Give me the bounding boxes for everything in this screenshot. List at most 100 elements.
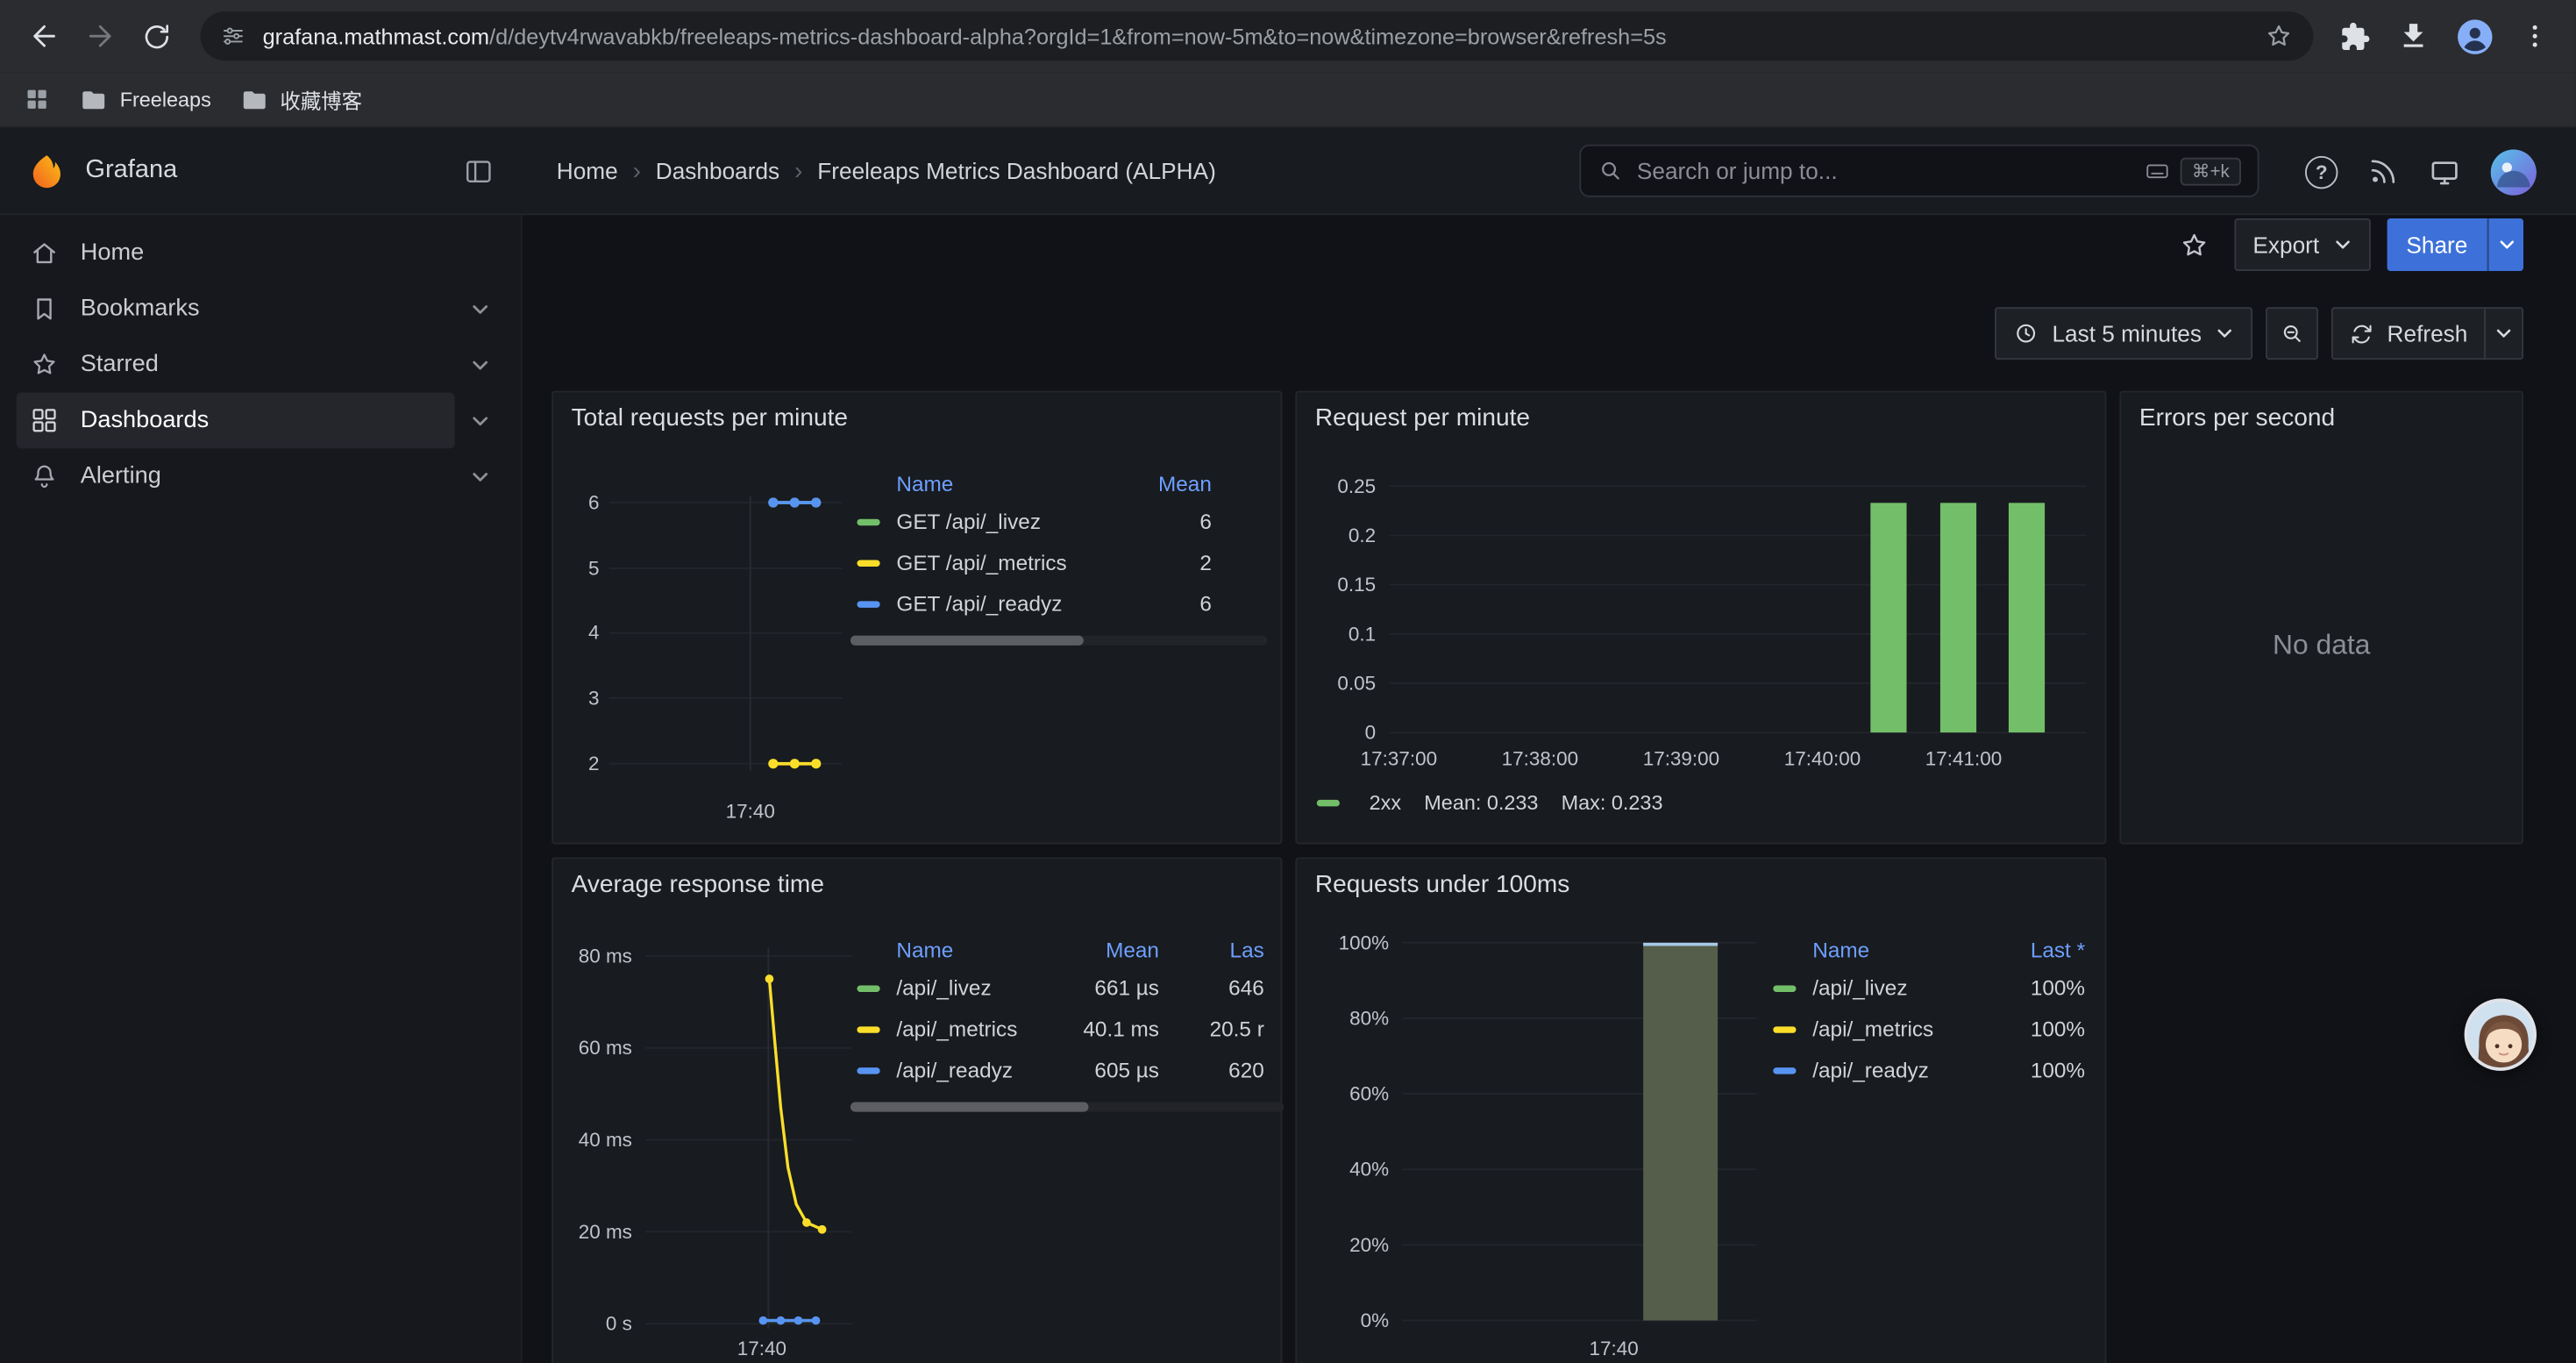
sidebar-toggle-icon[interactable]: [453, 146, 502, 196]
bell-icon: [30, 461, 60, 491]
user-avatar[interactable]: [2491, 148, 2537, 194]
extensions-icon[interactable]: [2339, 20, 2371, 52]
legend-row[interactable]: GET /api/_readyz 6: [850, 583, 1268, 624]
breadcrumb-dashboards[interactable]: Dashboards: [656, 158, 779, 184]
series-color-chip: [857, 1067, 879, 1073]
y-axis-tick: 5: [557, 557, 600, 580]
chevron-down-icon[interactable]: [455, 340, 504, 389]
x-axis-tick: 17:41:00: [1911, 747, 2017, 770]
x-axis-tick: 17:40:00: [1770, 747, 1875, 770]
url-bar[interactable]: grafana.mathmast.com/d/deytv4rwavabkb/fr…: [200, 11, 2313, 61]
back-button[interactable]: [17, 8, 73, 64]
breadcrumb-home[interactable]: Home: [557, 158, 618, 184]
back-icon: [28, 19, 60, 52]
legend-row[interactable]: /api/_readyz 100%: [1767, 1050, 2085, 1091]
legend-row[interactable]: 2xx: [1317, 792, 1401, 815]
legend-row[interactable]: /api/_readyz 605 µs 620: [850, 1050, 1284, 1091]
refresh-interval-caret[interactable]: [2484, 307, 2523, 360]
help-icon[interactable]: ?: [2305, 155, 2338, 188]
apps-grid-icon[interactable]: [23, 85, 51, 113]
series-color-chip: [857, 600, 879, 606]
legend-header-name[interactable]: Name: [896, 470, 1120, 495]
legend-header-mean[interactable]: Mean: [1067, 937, 1159, 961]
scrollbar-thumb[interactable]: [850, 1102, 1089, 1111]
legend-row[interactable]: GET /api/_livez 6: [850, 501, 1268, 542]
shortcut-chip: ⌘+k: [2181, 157, 2241, 185]
forward-button[interactable]: [72, 8, 128, 64]
legend-row[interactable]: GET /api/_metrics 2: [850, 542, 1268, 583]
search-input[interactable]: Search or jump to... ⌘+k: [1579, 145, 2259, 197]
search-icon: [1598, 158, 1624, 184]
grafana-header: Grafana Home › Dashboards › Freeleaps Me…: [0, 128, 2576, 215]
downloads-icon[interactable]: [2397, 19, 2430, 52]
rss-news-icon[interactable]: [2367, 156, 2399, 188]
reload-icon: [140, 20, 172, 52]
legend-header-last[interactable]: Last *: [1980, 937, 2085, 961]
browser-actions: [2330, 18, 2559, 55]
legend-row[interactable]: /api/_livez 661 µs 646: [850, 967, 1284, 1009]
time-range-picker[interactable]: Last 5 minutes: [1995, 307, 2252, 360]
time-toolbar: Last 5 minutes Refresh: [1995, 307, 2523, 360]
browser-menu-icon[interactable]: [2520, 21, 2550, 51]
legend-scrollbar[interactable]: [850, 1102, 1284, 1111]
sidebar-link-starred[interactable]: Starred: [17, 337, 455, 393]
legend-header-mean[interactable]: Mean: [1120, 470, 1212, 495]
bookmark-item-blogs[interactable]: 收藏博客: [240, 83, 362, 115]
y-axis-tick: 80 ms: [557, 945, 632, 967]
profile-avatar-icon[interactable]: [2456, 18, 2494, 55]
bookmark-item-freeleaps[interactable]: Freeleaps: [81, 86, 211, 112]
url-text: grafana.mathmast.com/d/deytv4rwavabkb/fr…: [263, 24, 2248, 48]
kiosk-monitor-icon[interactable]: [2428, 155, 2460, 188]
legend-mean: Mean: 0.233: [1424, 792, 1538, 815]
y-axis-tick: 100%: [1310, 931, 1389, 954]
grafana-logo[interactable]: [26, 150, 68, 191]
chevron-down-icon[interactable]: [455, 452, 504, 501]
search-placeholder: Search or jump to...: [1637, 158, 2131, 184]
folder-icon: [240, 86, 267, 112]
chevron-down-icon: [2494, 324, 2513, 343]
scrollbar-thumb[interactable]: [850, 636, 1084, 646]
panel-title[interactable]: Average response time: [572, 870, 824, 898]
panel-request-per-minute: Request per minute 0.25 0.2 0.15 0.1 0.0…: [1295, 391, 2106, 845]
share-caret-button[interactable]: [2487, 218, 2523, 271]
chevron-down-icon: [2215, 324, 2234, 343]
bookmark-star-icon[interactable]: [2264, 21, 2294, 51]
site-info-icon[interactable]: [220, 23, 246, 49]
y-axis-tick: 0.1: [1307, 623, 1377, 646]
export-button[interactable]: Export: [2235, 218, 2370, 271]
legend-row[interactable]: /api/_metrics 40.1 ms 20.5 r: [850, 1009, 1284, 1050]
legend-header-last[interactable]: Las: [1159, 937, 1284, 961]
reload-button[interactable]: [128, 8, 184, 64]
legend-scrollbar[interactable]: [850, 636, 1268, 646]
panel-title[interactable]: Total requests per minute: [572, 404, 848, 432]
zoom-out-button[interactable]: [2266, 307, 2318, 360]
refresh-button[interactable]: Refresh: [2331, 307, 2486, 360]
legend-header: Name Mean: [850, 465, 1268, 501]
sidebar-link-bookmarks[interactable]: Bookmarks: [17, 281, 455, 337]
series-color-chip: [1773, 985, 1796, 991]
star-icon: [30, 350, 60, 380]
favorite-star-icon[interactable]: [2169, 220, 2218, 269]
panel-title[interactable]: Errors per second: [2139, 404, 2335, 432]
home-icon: [30, 239, 60, 268]
grafana-header-icons: ?: [2305, 128, 2537, 215]
breadcrumb: Home › Dashboards › Freeleaps Metrics Da…: [557, 157, 1216, 185]
sidebar-link-home[interactable]: Home: [17, 225, 504, 282]
floating-avatar[interactable]: [2465, 998, 2537, 1070]
share-button[interactable]: Share: [2387, 218, 2487, 271]
sidebar-link-alerting[interactable]: Alerting: [17, 448, 455, 504]
panel-title[interactable]: Requests under 100ms: [1315, 870, 1569, 898]
bookmark-icon: [30, 294, 60, 324]
chevron-down-icon[interactable]: [455, 396, 504, 445]
sidebar-link-dashboards[interactable]: Dashboards: [17, 393, 455, 449]
legend-header-name[interactable]: Name: [896, 937, 1067, 961]
legend-row[interactable]: /api/_metrics 100%: [1767, 1009, 2085, 1050]
series-color-chip: [857, 1025, 879, 1031]
legend-header-name[interactable]: Name: [1812, 937, 1980, 961]
legend-row[interactable]: /api/_livez 100%: [1767, 967, 2085, 1009]
refresh-button-group: Refresh: [2331, 307, 2523, 360]
sidebar-label: Starred: [81, 352, 159, 378]
y-axis-tick: 0%: [1310, 1309, 1389, 1331]
panel-title[interactable]: Request per minute: [1315, 404, 1530, 432]
chevron-down-icon[interactable]: [455, 284, 504, 333]
